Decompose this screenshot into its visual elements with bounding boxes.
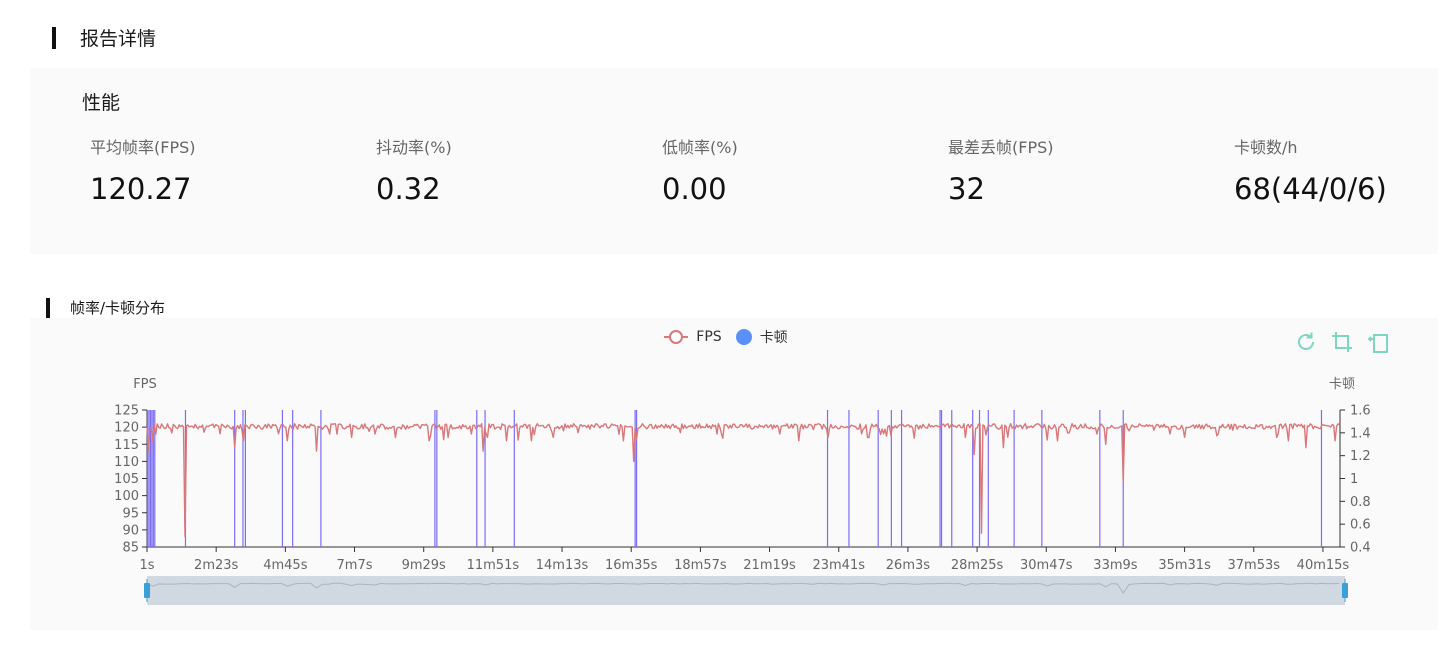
zoom-icon[interactable] bbox=[1330, 330, 1354, 354]
y-tick-label-left: 105 bbox=[114, 472, 139, 487]
x-tick-label: 21m19s bbox=[743, 558, 796, 573]
x-tick-label: 23m41s bbox=[812, 558, 865, 573]
y-tick-label-left: 95 bbox=[122, 506, 139, 521]
zoom-reset-icon[interactable] bbox=[1366, 330, 1390, 354]
x-tick-label: 40m15s bbox=[1297, 558, 1350, 573]
x-tick-label: 33m9s bbox=[1093, 558, 1137, 573]
x-tick-label: 4m45s bbox=[263, 558, 307, 573]
legend-item-jank[interactable]: 卡顿 bbox=[735, 327, 788, 347]
y-tick-label-left: 120 bbox=[114, 421, 139, 436]
y-tick-label-right: 0.6 bbox=[1350, 518, 1371, 533]
x-tick-label: 18m57s bbox=[674, 558, 727, 573]
chart-legend: FPS 卡顿 bbox=[0, 327, 1452, 347]
fps-series-line bbox=[146, 423, 1340, 538]
legend-item-fps[interactable]: FPS bbox=[664, 329, 722, 345]
y-axis-name-right: 卡顿 bbox=[1329, 377, 1355, 392]
x-tick-label: 37m53s bbox=[1228, 558, 1281, 573]
x-tick-label: 28m25s bbox=[951, 558, 1004, 573]
x-tick-label: 9m29s bbox=[402, 558, 446, 573]
y-tick-label-left: 90 bbox=[122, 523, 139, 538]
y-tick-label-right: 1.6 bbox=[1350, 404, 1371, 419]
fps-legend-icon bbox=[664, 330, 689, 344]
y-tick-label-right: 1 bbox=[1350, 472, 1358, 487]
y-tick-label-left: 110 bbox=[114, 455, 139, 470]
jank-legend-icon bbox=[735, 329, 752, 345]
y-tick-label-left: 100 bbox=[114, 489, 139, 504]
y-tick-label-left: 85 bbox=[122, 541, 139, 556]
x-tick-label: 16m35s bbox=[605, 558, 658, 573]
legend-label-jank: 卡顿 bbox=[759, 330, 788, 346]
legend-label-fps: FPS bbox=[696, 329, 722, 345]
y-tick-label-left: 125 bbox=[114, 404, 139, 419]
y-tick-label-right: 1.4 bbox=[1350, 426, 1371, 441]
x-tick-label: 2m23s bbox=[194, 558, 238, 573]
x-tick-label: 35m31s bbox=[1158, 558, 1211, 573]
x-tick-label: 30m47s bbox=[1020, 558, 1073, 573]
chart-toolbox bbox=[1294, 330, 1390, 354]
y-tick-label-right: 0.4 bbox=[1350, 541, 1371, 556]
x-tick-label: 14m13s bbox=[536, 558, 589, 573]
x-tick-label: 7m7s bbox=[337, 558, 373, 573]
y-tick-label-right: 0.8 bbox=[1350, 495, 1371, 510]
x-tick-label: 11m51s bbox=[467, 558, 520, 573]
x-tick-label: 1s bbox=[139, 558, 154, 573]
datazoom-track bbox=[147, 576, 1345, 605]
y-tick-label-left: 115 bbox=[114, 438, 139, 453]
restore-icon[interactable] bbox=[1294, 330, 1318, 354]
y-tick-label-right: 1.2 bbox=[1350, 449, 1371, 464]
x-tick-label: 26m3s bbox=[886, 558, 930, 573]
y-axis-name-left: FPS bbox=[133, 377, 157, 392]
